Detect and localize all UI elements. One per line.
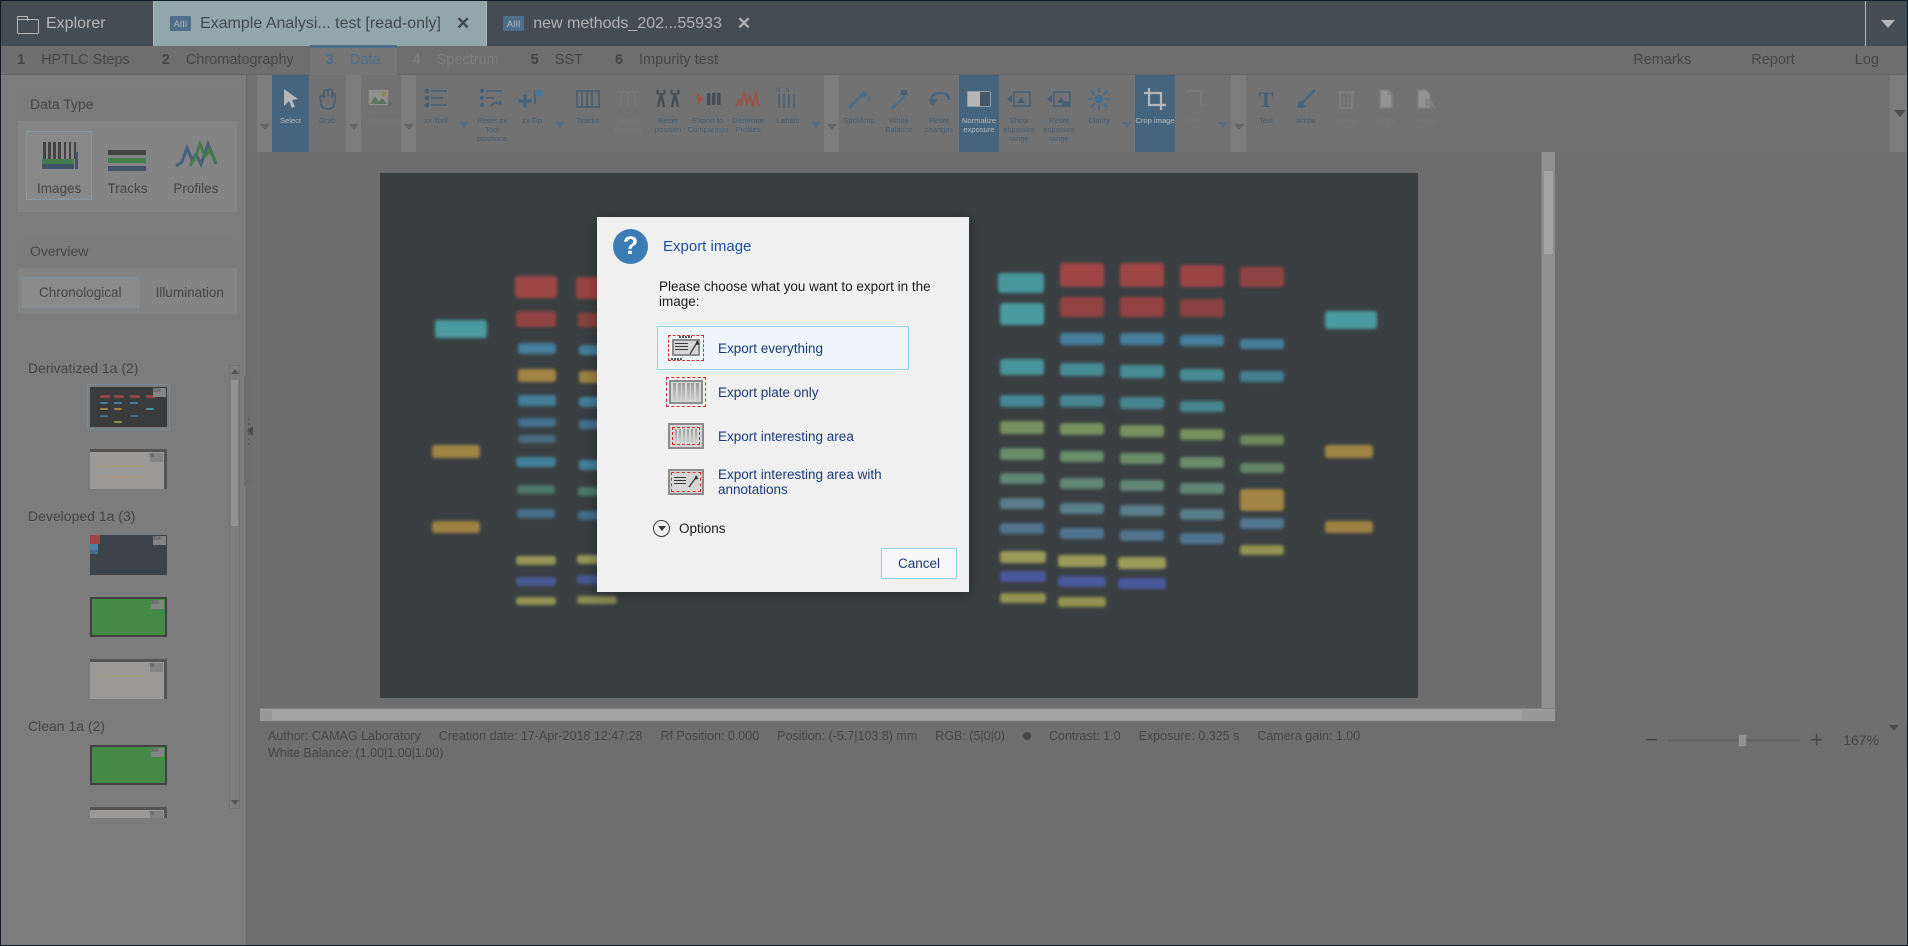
option-export-interesting-area-annotations-label: Export interesting area with annotations (718, 467, 882, 497)
export-plate-only-icon (666, 377, 706, 407)
dialog-title: Export image (663, 238, 752, 255)
dialog-footer: Cancel (880, 548, 957, 579)
export-everything-icon (668, 335, 704, 361)
option-export-interesting-area-annotations[interactable]: Export interesting area with annotations (657, 458, 909, 506)
export-interesting-area-annotations-icon (668, 469, 704, 495)
export-options-list: Export everything Export plate only Expo… (657, 326, 909, 506)
options-expander[interactable]: Options (653, 520, 969, 537)
dialog-header: ? Export image (597, 217, 969, 264)
app-window: Explorer AIII Example Analysi... test [r… (0, 0, 1908, 946)
export-interesting-area-icon (668, 423, 704, 449)
option-export-everything-label: Export everything (718, 340, 824, 356)
options-expander-label: Options (679, 521, 726, 536)
chevron-down-circle-icon (653, 520, 670, 537)
dialog-prompt: Please choose what you want to export in… (659, 279, 931, 309)
option-export-interesting-area-label: Export interesting area (718, 428, 854, 444)
option-export-everything[interactable]: Export everything (657, 326, 909, 370)
option-export-plate-only[interactable]: Export plate only (657, 370, 909, 414)
export-image-dialog: ? Export image Please choose what you wa… (597, 217, 969, 592)
cancel-button[interactable]: Cancel (880, 548, 957, 579)
question-mark-icon: ? (613, 229, 648, 264)
option-export-interesting-area[interactable]: Export interesting area (657, 414, 909, 458)
option-export-plate-only-label: Export plate only (718, 384, 819, 400)
